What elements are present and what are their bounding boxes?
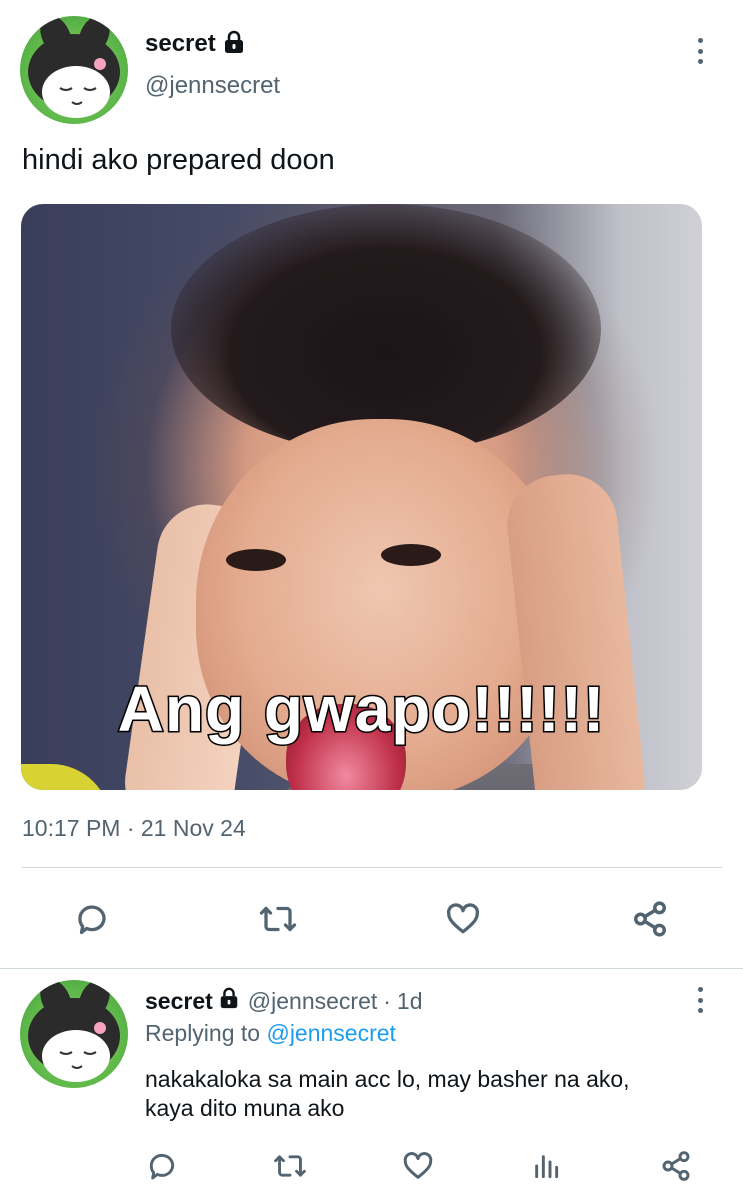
kuromi-avatar-icon <box>28 16 120 118</box>
media-shirt-yellow <box>21 764 111 790</box>
like-icon[interactable] <box>441 897 485 941</box>
media-eye-right <box>381 544 441 566</box>
avatar[interactable] <box>20 980 128 1088</box>
reply-icon[interactable] <box>70 897 114 941</box>
author-name[interactable]: secret <box>145 988 213 1015</box>
replying-to-handle[interactable]: @jennsecret <box>266 1020 395 1046</box>
author-name[interactable]: secret <box>145 30 216 58</box>
tweet-timestamp[interactable]: 10:17 PM · 21 Nov 24 <box>22 815 246 842</box>
more-options-icon[interactable] <box>696 38 704 64</box>
author-handle[interactable]: @jennsecret <box>145 72 280 100</box>
views-icon[interactable] <box>526 1146 566 1186</box>
avatar[interactable] <box>20 16 128 124</box>
divider <box>22 867 722 868</box>
share-icon[interactable] <box>656 1146 696 1186</box>
separator-dot: · <box>383 987 391 1014</box>
lock-icon <box>218 987 240 1015</box>
like-icon[interactable] <box>398 1146 438 1186</box>
share-icon[interactable] <box>628 897 672 941</box>
media-hair <box>171 204 601 454</box>
lock-icon <box>222 30 246 59</box>
reply-text-line-2: kaya dito muna ako <box>145 1095 345 1121</box>
author-handle[interactable]: @jennsecret <box>248 988 377 1015</box>
replying-to-label: Replying to <box>145 1020 261 1046</box>
tweet-age[interactable]: 1d <box>397 988 423 1015</box>
media-caption: Ang gwapo!!!!!! <box>116 672 606 747</box>
more-options-icon[interactable] <box>696 987 704 1013</box>
reply-text-line-1: nakakaloka sa main acc lo, may basher na… <box>145 1066 630 1092</box>
retweet-icon[interactable] <box>256 897 300 941</box>
tweet-media[interactable]: Ang gwapo!!!!!! <box>21 204 702 790</box>
kuromi-avatar-icon <box>28 980 120 1082</box>
tweet-text: hindi ako prepared doon <box>22 144 335 176</box>
reply-icon[interactable] <box>142 1146 182 1186</box>
media-eye-left <box>226 549 286 571</box>
divider <box>0 968 743 969</box>
retweet-icon[interactable] <box>270 1146 310 1186</box>
